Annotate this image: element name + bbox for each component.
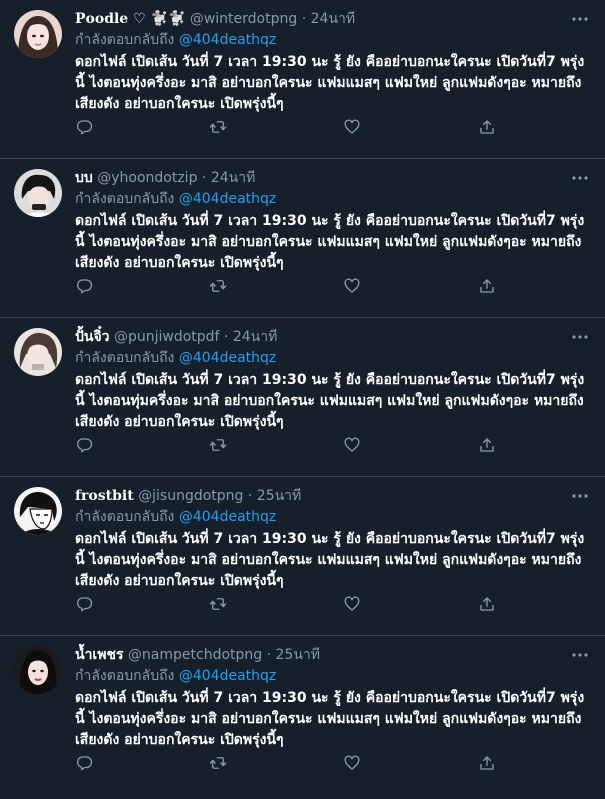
avatar[interactable]: [14, 646, 62, 694]
reply-icon[interactable]: [74, 276, 94, 296]
tweet[interactable]: 𝐏𝐨𝐨𝐝𝐥𝐞 ♡ 🐩🐩 @winterdotpng · 24นาที กำลัง…: [0, 0, 605, 159]
avatar[interactable]: [14, 487, 62, 535]
replying-label: กำลังตอบกลับถึง: [75, 509, 175, 525]
retweet-icon[interactable]: [208, 276, 228, 296]
more-icon[interactable]: [569, 644, 591, 666]
share-icon[interactable]: [477, 753, 497, 773]
more-icon[interactable]: [569, 485, 591, 507]
separator-dot: ·: [201, 170, 207, 186]
replying-label: กำลังตอบกลับถึง: [75, 32, 175, 48]
mention-link[interactable]: @404deathqz: [179, 668, 276, 684]
like-icon[interactable]: [342, 594, 362, 614]
timestamp[interactable]: 24นาที: [233, 329, 277, 345]
avatar[interactable]: [14, 10, 62, 58]
like-icon[interactable]: [342, 753, 362, 773]
reply-icon[interactable]: [74, 435, 94, 455]
timeline: 𝐏𝐨𝐨𝐝𝐥𝐞 ♡ 🐩🐩 @winterdotpng · 24นาที กำลัง…: [0, 0, 605, 799]
mention-link[interactable]: @404deathqz: [179, 32, 276, 48]
timestamp[interactable]: 24นาที: [311, 11, 355, 27]
timestamp[interactable]: 24นาที: [211, 170, 255, 186]
user-handle[interactable]: @punjiwdotpdf: [114, 329, 220, 345]
retweet-icon[interactable]: [208, 435, 228, 455]
user-handle[interactable]: @jisungdotpng: [138, 488, 243, 504]
user-handle[interactable]: @nampetchdotpng: [128, 647, 262, 663]
separator-dot: ·: [247, 488, 253, 504]
tweet[interactable]: บบ @yhoondotzip · 24นาที กำลังตอบกลับถึง…: [0, 159, 605, 318]
like-icon[interactable]: [342, 435, 362, 455]
avatar[interactable]: [14, 328, 62, 376]
replying-to: กำลังตอบกลับถึง @404deathqz: [75, 666, 591, 686]
display-name[interactable]: frostbit: [75, 488, 134, 504]
mention-link[interactable]: @404deathqz: [179, 350, 276, 366]
user-handle[interactable]: @yhoondotzip: [97, 170, 197, 186]
more-icon[interactable]: [569, 326, 591, 348]
display-name[interactable]: 𝐏𝐨𝐨𝐝𝐥𝐞 ♡ 🐩🐩: [75, 11, 185, 27]
reply-icon[interactable]: [74, 117, 94, 137]
tweet-text: ดอกไฟล์ เปิดเส้น วันที่ 7 เวลา 19:30 นะ …: [75, 54, 585, 112]
replying-label: กำลังตอบกลับถึง: [75, 191, 175, 207]
replying-label: กำลังตอบกลับถึง: [75, 350, 175, 366]
replying-to: กำลังตอบกลับถึง @404deathqz: [75, 189, 591, 209]
retweet-icon[interactable]: [208, 594, 228, 614]
tweet-actions: [0, 435, 605, 455]
display-name[interactable]: น้ำเพชร: [75, 647, 123, 663]
retweet-icon[interactable]: [208, 753, 228, 773]
tweet-text: ดอกไฟล์ เปิดเส้น วันที่ 7 เวลา 19:30 นะ …: [75, 213, 585, 271]
share-icon[interactable]: [477, 594, 497, 614]
retweet-icon[interactable]: [208, 117, 228, 137]
display-name[interactable]: บบ: [75, 170, 93, 186]
tweet[interactable]: frostbit @jisungdotpng · 25นาที กำลังตอบ…: [0, 477, 605, 636]
share-icon[interactable]: [477, 435, 497, 455]
tweet[interactable]: ปั้นจิ๋ว @punjiwdotpdf · 24นาที กำลังตอบ…: [0, 318, 605, 477]
tweet[interactable]: น้ำเพชร @nampetchdotpng · 25นาที กำลังตอ…: [0, 636, 605, 795]
share-icon[interactable]: [477, 276, 497, 296]
separator-dot: ·: [223, 329, 229, 345]
share-icon[interactable]: [477, 117, 497, 137]
timestamp[interactable]: 25นาที: [276, 647, 320, 663]
separator-dot: ·: [266, 647, 272, 663]
user-handle[interactable]: @winterdotpng: [190, 11, 297, 27]
tweet-text: ดอกไฟล์ เปิดเส้น วันที่ 7 เวลา 19:30 นะ …: [75, 690, 585, 748]
replying-to: กำลังตอบกลับถึง @404deathqz: [75, 348, 591, 368]
tweet-actions: [0, 276, 605, 296]
display-name[interactable]: ปั้นจิ๋ว: [75, 329, 110, 345]
reply-icon[interactable]: [74, 594, 94, 614]
tweet-actions: [0, 117, 605, 137]
replying-to: กำลังตอบกลับถึง @404deathqz: [75, 507, 591, 527]
more-icon[interactable]: [569, 167, 591, 189]
like-icon[interactable]: [342, 117, 362, 137]
avatar[interactable]: [14, 169, 62, 217]
tweet-actions: [0, 753, 605, 773]
mention-link[interactable]: @404deathqz: [179, 509, 276, 525]
mention-link[interactable]: @404deathqz: [179, 191, 276, 207]
tweet-text: ดอกไฟล์ เปิดเส้น วันที่ 7 เวลา 19:30 นะ …: [75, 372, 585, 430]
separator-dot: ·: [301, 11, 307, 27]
replying-to: กำลังตอบกลับถึง @404deathqz: [75, 30, 591, 50]
timestamp[interactable]: 25นาที: [257, 488, 301, 504]
more-icon[interactable]: [569, 8, 591, 30]
replying-label: กำลังตอบกลับถึง: [75, 668, 175, 684]
tweet-text: ดอกไฟล์ เปิดเส้น วันที่ 7 เวลา 19:30 นะ …: [75, 531, 585, 589]
reply-icon[interactable]: [74, 753, 94, 773]
tweet-actions: [0, 594, 605, 614]
like-icon[interactable]: [342, 276, 362, 296]
